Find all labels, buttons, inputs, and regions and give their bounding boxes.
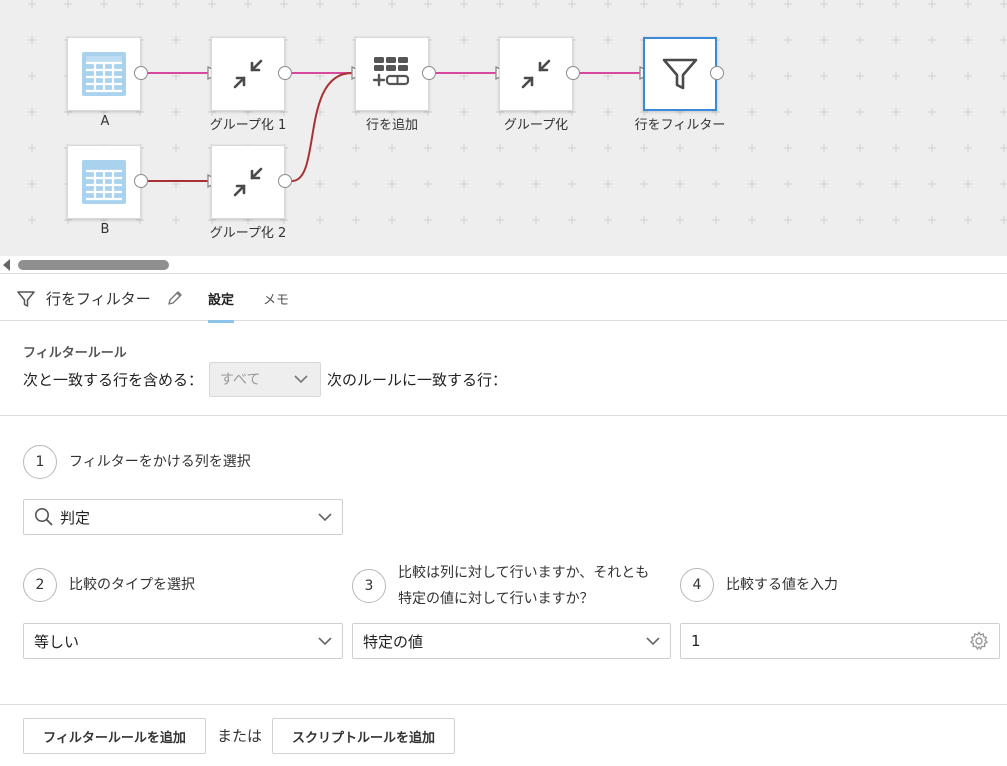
node-b[interactable] [67, 145, 141, 219]
panel-header: 行をフィルター 設定 メモ [0, 275, 1007, 323]
panel-title: 行をフィルター [46, 290, 151, 308]
node-label: グループ化 [503, 118, 569, 133]
table-icon [82, 160, 126, 204]
canvas-horizontal-scrollbar[interactable] [0, 256, 1007, 274]
step-number: 2 [23, 568, 57, 602]
node-label: グループ化 1 [209, 118, 287, 133]
scrollbar-thumb[interactable] [18, 260, 169, 270]
comparison-type-value: 等しい [34, 632, 80, 651]
gear-icon[interactable] [969, 631, 989, 651]
section-title: フィルタールール [23, 346, 127, 361]
node-label: 行を追加 [365, 118, 418, 133]
output-port[interactable] [134, 174, 148, 188]
output-port[interactable] [278, 174, 292, 188]
column-select[interactable]: 判定 [23, 499, 343, 535]
filter-icon [17, 291, 35, 307]
match-type-value: すべて [220, 372, 261, 388]
filter-icon [662, 58, 698, 90]
collapse-icon [233, 167, 263, 197]
node-label: 行をフィルター [634, 118, 726, 133]
node-a[interactable] [67, 37, 141, 111]
output-port[interactable] [134, 66, 148, 80]
compare-value-input[interactable]: 1 [680, 623, 1000, 659]
flow-canvas[interactable]: A グループ化 1 行を追加 グループ化 行をフィルター B グループ化 2 [0, 0, 1007, 256]
output-port[interactable] [710, 66, 724, 80]
table-icon [82, 52, 126, 96]
node-group1[interactable] [211, 37, 285, 111]
step-text-line2: 特定の値に対して行いますか？ [398, 591, 594, 607]
node-label: グループ化 2 [209, 226, 287, 241]
add-filter-rule-button[interactable]: フィルタールールを追加 [23, 718, 206, 754]
collapse-icon [233, 59, 263, 89]
step-text: フィルターをかける列を選択 [69, 454, 251, 470]
step-text: 比較のタイプを選択 [69, 577, 195, 593]
compare-value-text: 1 [691, 632, 701, 650]
chevron-down-icon [294, 374, 308, 383]
include-suffix-text: 次のルールに一致する行： [327, 370, 508, 389]
match-type-select: すべて [209, 361, 322, 397]
step-text: 比較は列に対して行いますか、それとも 特定の値に対して行いますか？ [398, 560, 649, 612]
output-port[interactable] [278, 66, 292, 80]
node-add-rows[interactable] [355, 37, 429, 111]
step-number: 4 [680, 568, 714, 602]
node-label: B [100, 222, 110, 237]
include-rule-row: 次と一致する行を含める： すべて 次のルールに一致する行： [23, 361, 508, 397]
output-port[interactable] [566, 66, 580, 80]
comparison-type-select[interactable]: 等しい [23, 623, 343, 659]
chevron-down-icon [318, 512, 332, 521]
step-text: 比較する値を入力 [726, 577, 838, 593]
chevron-down-icon [318, 636, 332, 645]
divider [0, 415, 1007, 416]
tab-settings[interactable]: 設定 [208, 289, 235, 323]
column-select-value: 判定 [60, 508, 91, 527]
step-text-line1: 比較は列に対して行いますか、それとも [398, 565, 650, 581]
node-group[interactable] [499, 37, 573, 111]
or-text: または [217, 727, 263, 745]
add-rows-icon [372, 57, 410, 87]
collapse-icon [521, 59, 551, 89]
tab-memo[interactable]: メモ [263, 289, 289, 320]
node-label: A [100, 114, 110, 129]
step-number: 3 [352, 569, 386, 603]
compare-target-select[interactable]: 特定の値 [352, 623, 671, 659]
divider [0, 704, 1007, 705]
output-port[interactable] [422, 66, 436, 80]
step-number: 1 [23, 445, 57, 479]
add-script-rule-button[interactable]: スクリプトルールを追加 [272, 718, 455, 754]
search-icon [35, 508, 53, 526]
node-group2[interactable] [211, 145, 285, 219]
scroll-left-arrow[interactable] [3, 259, 10, 271]
chevron-down-icon [646, 636, 660, 645]
step-2: 2 比較のタイプを選択 [23, 568, 195, 602]
pencil-icon[interactable] [166, 289, 184, 307]
compare-target-value: 特定の値 [363, 632, 424, 651]
node-filter[interactable] [643, 37, 717, 111]
include-prefix-text: 次と一致する行を含める： [23, 370, 204, 389]
step-3: 3 比較は列に対して行いますか、それとも 特定の値に対して行いますか？ [352, 560, 649, 612]
step-4: 4 比較する値を入力 [680, 568, 838, 602]
step-1: 1 フィルターをかける列を選択 [23, 445, 251, 479]
